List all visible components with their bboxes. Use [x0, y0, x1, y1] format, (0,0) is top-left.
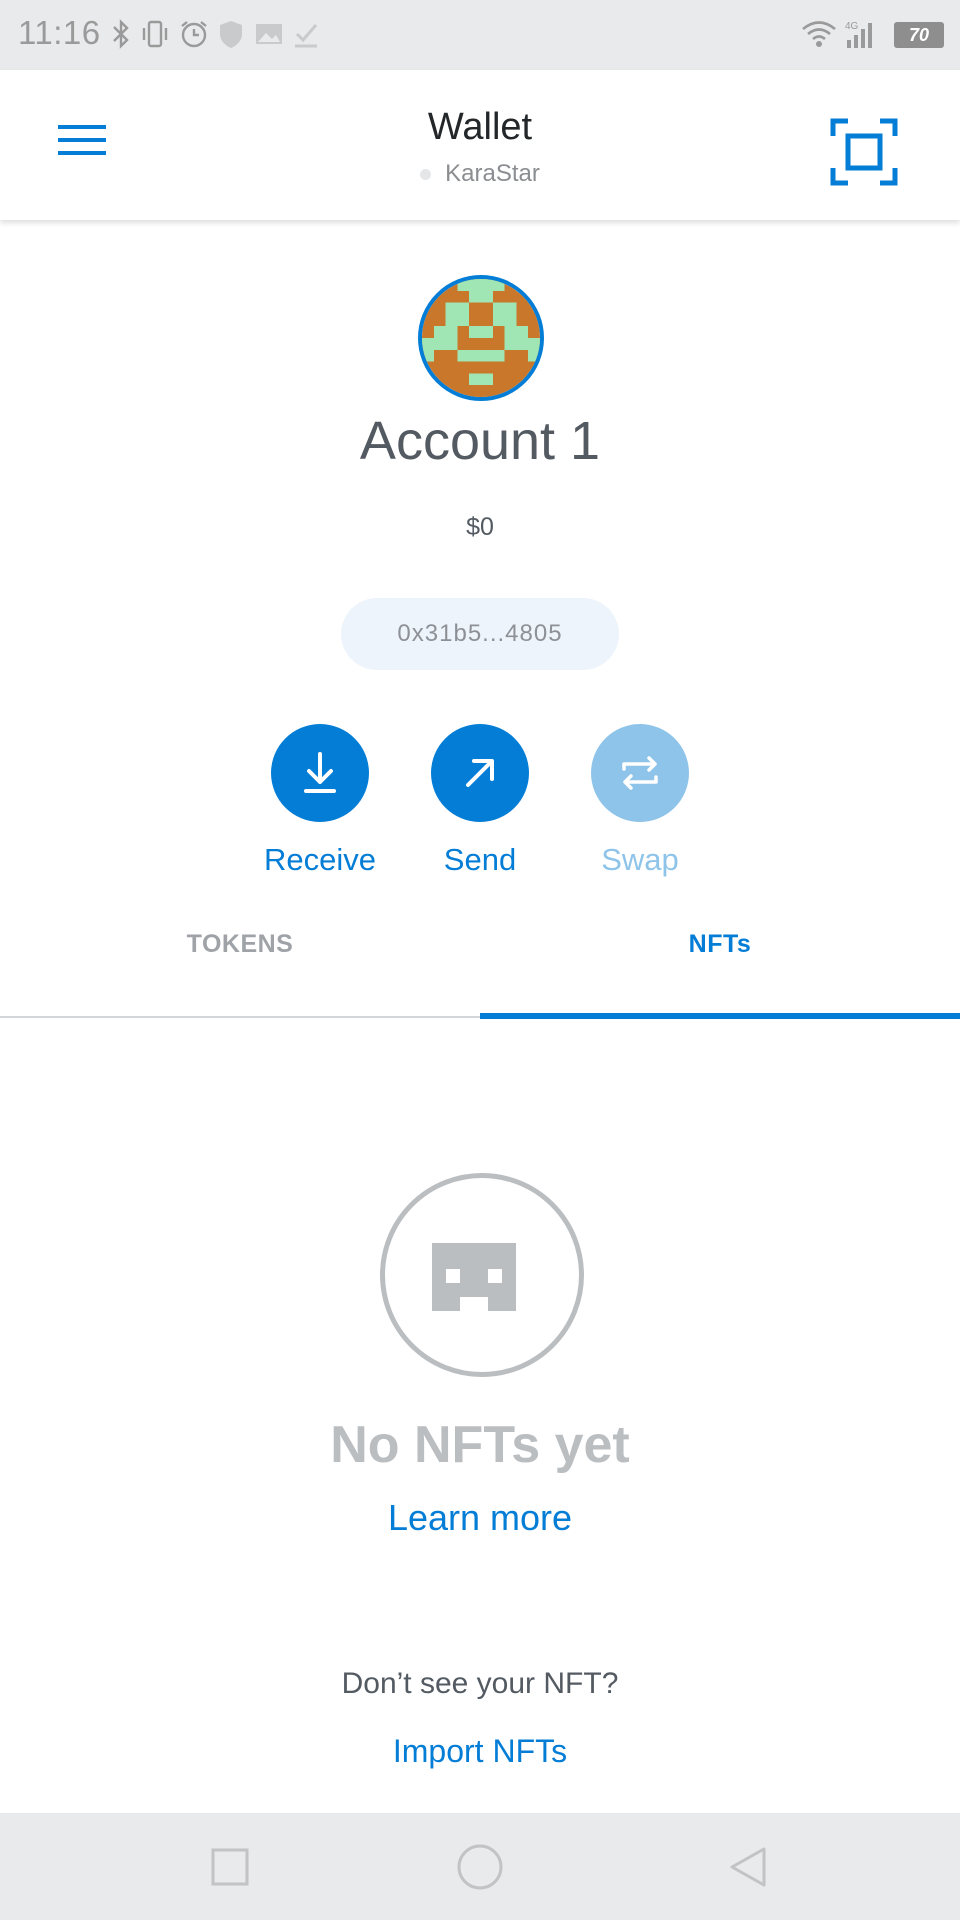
account-address[interactable]: 0x31b5...4805: [341, 598, 619, 670]
signal-icon: 4G: [843, 18, 879, 55]
status-bar: 11:16 4G 70: [0, 0, 960, 70]
recents-icon[interactable]: [210, 1847, 250, 1892]
nft-placeholder: [380, 1173, 584, 1377]
image-icon: [253, 18, 285, 55]
network-name: KaraStar: [445, 160, 540, 187]
active-tab-indicator: [480, 1013, 960, 1019]
send-button[interactable]: [431, 724, 529, 822]
page-title: Wallet: [427, 106, 533, 148]
empty-state-title: No NFTs yet: [330, 1416, 630, 1474]
app-header: Wallet KaraStar: [0, 70, 960, 220]
swap-label[interactable]: Swap: [560, 842, 720, 878]
system-nav-bar: [0, 1813, 960, 1920]
check-icon: [291, 18, 321, 55]
wifi-icon: [800, 18, 838, 55]
tab-tokens[interactable]: TOKENS: [0, 930, 480, 959]
bluetooth-icon: [110, 18, 132, 55]
tab-nfts[interactable]: NFTs: [480, 930, 960, 959]
receive-button[interactable]: [271, 724, 369, 822]
network-selector[interactable]: KaraStar: [0, 160, 960, 188]
swap-button[interactable]: [591, 724, 689, 822]
import-nfts-link[interactable]: Import NFTs: [0, 1733, 960, 1770]
send-label[interactable]: Send: [400, 842, 560, 878]
vibrate-icon: [140, 18, 170, 55]
account-name[interactable]: Account 1: [0, 410, 960, 472]
missing-nft-prompt: Don’t see your NFT?: [341, 1667, 619, 1700]
battery-indicator: 70: [894, 22, 944, 48]
learn-more-link[interactable]: Learn more: [0, 1497, 960, 1539]
receive-label[interactable]: Receive: [240, 842, 400, 878]
network-status-dot: [420, 169, 432, 181]
account-avatar[interactable]: [418, 275, 544, 401]
space-invader-icon: [385, 1243, 579, 1376]
home-icon[interactable]: [456, 1843, 504, 1896]
back-icon[interactable]: [726, 1845, 770, 1894]
svg-text:4G: 4G: [845, 21, 859, 32]
alarm-icon: [178, 18, 210, 55]
scan-qr-icon[interactable]: [830, 118, 898, 191]
shield-icon: [216, 18, 246, 55]
status-time: 11:16: [18, 14, 101, 51]
account-balance: $0: [466, 513, 494, 541]
